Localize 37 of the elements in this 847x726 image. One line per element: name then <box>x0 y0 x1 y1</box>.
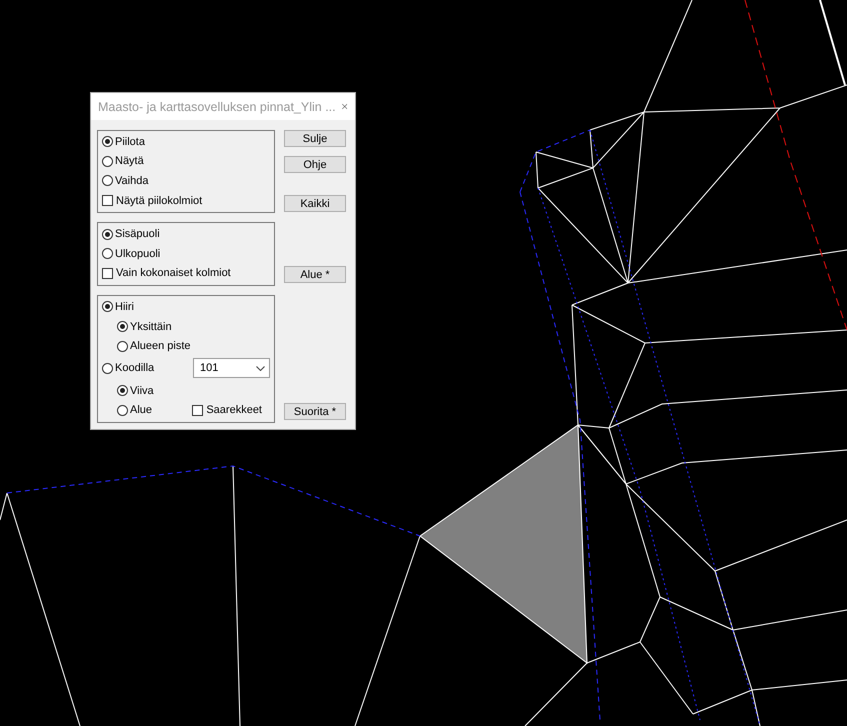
radio-button[interactable] <box>117 340 128 352</box>
close-icon[interactable] <box>342 101 347 112</box>
option-label: Vaihda <box>115 174 148 187</box>
dialog-button[interactable]: Suorita * <box>284 403 346 420</box>
option-label: Yksittäin <box>130 320 172 333</box>
radio-button[interactable] <box>102 228 113 240</box>
chevron-down-icon <box>256 366 265 371</box>
radio-button[interactable] <box>102 156 113 167</box>
radio-button[interactable] <box>117 321 128 332</box>
dialog-button[interactable]: Kaikki <box>284 195 346 212</box>
dialog-button[interactable]: Alue * <box>284 266 346 283</box>
option-label: Näytä <box>115 155 144 168</box>
option-label: Piilota <box>115 136 145 148</box>
option-label: Koodilla <box>115 362 154 374</box>
radio-button[interactable] <box>102 248 113 260</box>
window-title: Maasto- ja karttasovelluksen pinnat_Ylin ... <box>98 100 336 114</box>
radio-button[interactable] <box>117 404 128 416</box>
radio-button[interactable] <box>102 175 113 186</box>
option-label: Sisäpuoli <box>115 228 160 240</box>
option-label: Viiva <box>130 384 154 397</box>
radio-button[interactable] <box>102 136 113 148</box>
radio-button[interactable] <box>102 362 113 374</box>
option-label: Näytä piilokolmiot <box>116 194 202 207</box>
dropdown[interactable]: 101 <box>193 358 270 378</box>
option-label: Alue <box>130 404 152 416</box>
radio-button[interactable] <box>102 301 113 312</box>
option-label: Alueen piste <box>130 340 191 352</box>
dialog-button[interactable]: Ohje <box>284 156 346 173</box>
checkbox[interactable] <box>102 195 113 206</box>
radio-button[interactable] <box>117 385 128 396</box>
dialog-button[interactable]: Sulje <box>284 130 346 147</box>
checkbox[interactable] <box>102 268 113 279</box>
checkbox[interactable] <box>192 404 204 416</box>
option-label: Saarekkeet <box>206 404 262 416</box>
option-label: Vain kokonaiset kolmiot <box>116 267 231 280</box>
option-label: Ulkopuoli <box>115 248 160 260</box>
option-label: Hiiri <box>115 300 134 313</box>
